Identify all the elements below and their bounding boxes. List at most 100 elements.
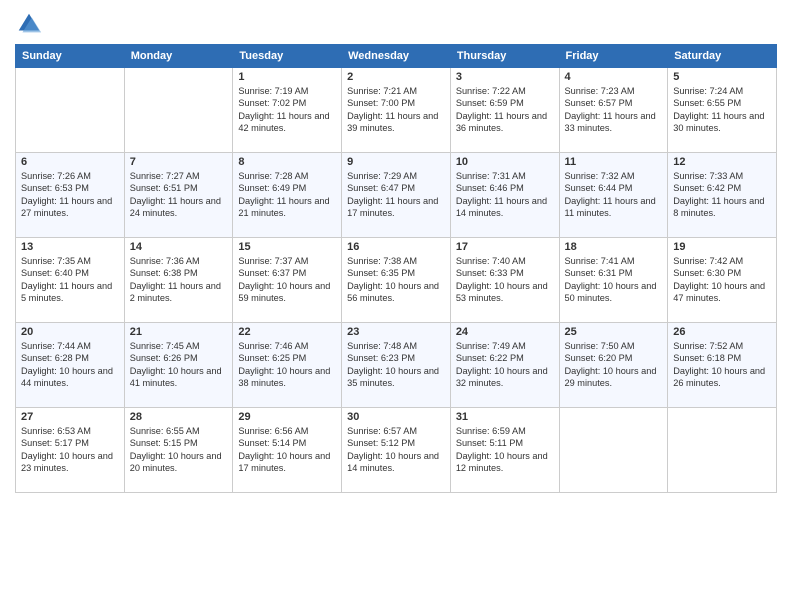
calendar-week-row: 13 Sunrise: 7:35 AMSunset: 6:40 PMDayligh… [16, 238, 777, 323]
calendar-cell: 5 Sunrise: 7:24 AMSunset: 6:55 PMDaylight… [668, 68, 777, 153]
day-info: Sunrise: 7:19 AMSunset: 7:02 PMDaylight:… [238, 85, 336, 135]
day-number: 23 [347, 326, 445, 338]
calendar-cell: 23 Sunrise: 7:48 AMSunset: 6:23 PMDayligh… [342, 323, 451, 408]
day-info: Sunrise: 7:24 AMSunset: 6:55 PMDaylight:… [673, 85, 771, 135]
day-info: Sunrise: 7:29 AMSunset: 6:47 PMDaylight:… [347, 170, 445, 220]
calendar-cell: 20 Sunrise: 7:44 AMSunset: 6:28 PMDayligh… [16, 323, 125, 408]
calendar-cell: 17 Sunrise: 7:40 AMSunset: 6:33 PMDayligh… [450, 238, 559, 323]
day-info: Sunrise: 7:40 AMSunset: 6:33 PMDaylight:… [456, 255, 554, 305]
day-number: 10 [456, 156, 554, 168]
day-info: Sunrise: 7:44 AMSunset: 6:28 PMDaylight:… [21, 340, 119, 390]
day-info: Sunrise: 6:53 AMSunset: 5:17 PMDaylight:… [21, 425, 119, 475]
calendar-header-row: SundayMondayTuesdayWednesdayThursdayFrid… [16, 45, 777, 68]
day-info: Sunrise: 7:37 AMSunset: 6:37 PMDaylight:… [238, 255, 336, 305]
calendar-cell: 29 Sunrise: 6:56 AMSunset: 5:14 PMDayligh… [233, 408, 342, 493]
calendar-cell [124, 68, 233, 153]
calendar-cell: 15 Sunrise: 7:37 AMSunset: 6:37 PMDayligh… [233, 238, 342, 323]
calendar-cell: 30 Sunrise: 6:57 AMSunset: 5:12 PMDayligh… [342, 408, 451, 493]
day-info: Sunrise: 7:38 AMSunset: 6:35 PMDaylight:… [347, 255, 445, 305]
calendar-cell: 6Sunrise: 7:26 AMSunset: 6:53 PMDaylight… [16, 153, 125, 238]
calendar-cell: 10Sunrise: 7:31 AMSunset: 6:46 PMDayligh… [450, 153, 559, 238]
calendar-cell: 14Sunrise: 7:36 AMSunset: 6:38 PMDayligh… [124, 238, 233, 323]
day-info: Sunrise: 7:28 AMSunset: 6:49 PMDaylight:… [238, 170, 336, 220]
calendar-cell: 9 Sunrise: 7:29 AMSunset: 6:47 PMDaylight… [342, 153, 451, 238]
day-info: Sunrise: 7:21 AMSunset: 7:00 PMDaylight:… [347, 85, 445, 135]
weekday-header-wednesday: Wednesday [342, 45, 451, 68]
calendar-cell: 28 Sunrise: 6:55 AMSunset: 5:15 PMDayligh… [124, 408, 233, 493]
day-number: 16 [347, 241, 445, 253]
calendar-cell [16, 68, 125, 153]
calendar-cell: 27 Sunrise: 6:53 AMSunset: 5:17 PMDayligh… [16, 408, 125, 493]
day-info: Sunrise: 7:35 AMSunset: 6:40 PMDaylight:… [21, 255, 119, 305]
day-number: 27 [21, 411, 119, 423]
calendar-cell: 3 Sunrise: 7:22 AMSunset: 6:59 PMDaylight… [450, 68, 559, 153]
calendar-cell: 19 Sunrise: 7:42 AMSunset: 6:30 PMDayligh… [668, 238, 777, 323]
day-number: 3 [456, 71, 554, 83]
calendar-cell: 25 Sunrise: 7:50 AMSunset: 6:20 PMDayligh… [559, 323, 668, 408]
day-number: 8 [238, 156, 336, 168]
calendar-cell: 1 Sunrise: 7:19 AMSunset: 7:02 PMDaylight… [233, 68, 342, 153]
day-number: 30 [347, 411, 445, 423]
calendar-cell: 31Sunrise: 6:59 AMSunset: 5:11 PMDayligh… [450, 408, 559, 493]
logo [15, 10, 47, 38]
weekday-header-thursday: Thursday [450, 45, 559, 68]
page: SundayMondayTuesdayWednesdayThursdayFrid… [0, 0, 792, 612]
day-info: Sunrise: 7:48 AMSunset: 6:23 PMDaylight:… [347, 340, 445, 390]
day-number: 1 [238, 71, 336, 83]
day-info: Sunrise: 6:55 AMSunset: 5:15 PMDaylight:… [130, 425, 228, 475]
day-info: Sunrise: 7:26 AMSunset: 6:53 PMDaylight:… [21, 170, 119, 220]
day-info: Sunrise: 7:42 AMSunset: 6:30 PMDaylight:… [673, 255, 771, 305]
weekday-header-tuesday: Tuesday [233, 45, 342, 68]
calendar-cell: 4Sunrise: 7:23 AMSunset: 6:57 PMDaylight… [559, 68, 668, 153]
day-info: Sunrise: 7:22 AMSunset: 6:59 PMDaylight:… [456, 85, 554, 135]
weekday-header-sunday: Sunday [16, 45, 125, 68]
calendar-cell: 16 Sunrise: 7:38 AMSunset: 6:35 PMDayligh… [342, 238, 451, 323]
day-number: 24 [456, 326, 554, 338]
calendar-cell: 26 Sunrise: 7:52 AMSunset: 6:18 PMDayligh… [668, 323, 777, 408]
day-number: 26 [673, 326, 771, 338]
day-info: Sunrise: 6:57 AMSunset: 5:12 PMDaylight:… [347, 425, 445, 475]
calendar-cell: 21Sunrise: 7:45 AMSunset: 6:26 PMDayligh… [124, 323, 233, 408]
day-number: 15 [238, 241, 336, 253]
day-info: Sunrise: 7:46 AMSunset: 6:25 PMDaylight:… [238, 340, 336, 390]
calendar-cell: 12 Sunrise: 7:33 AMSunset: 6:42 PMDayligh… [668, 153, 777, 238]
header [15, 10, 777, 38]
day-number: 21 [130, 326, 228, 338]
day-number: 12 [673, 156, 771, 168]
day-info: Sunrise: 7:32 AMSunset: 6:44 PMDaylight:… [565, 170, 663, 220]
logo-icon [15, 10, 43, 38]
day-info: Sunrise: 7:52 AMSunset: 6:18 PMDaylight:… [673, 340, 771, 390]
day-number: 20 [21, 326, 119, 338]
calendar-table: SundayMondayTuesdayWednesdayThursdayFrid… [15, 44, 777, 493]
day-number: 25 [565, 326, 663, 338]
day-number: 5 [673, 71, 771, 83]
calendar-cell [559, 408, 668, 493]
day-number: 4 [565, 71, 663, 83]
day-info: Sunrise: 7:33 AMSunset: 6:42 PMDaylight:… [673, 170, 771, 220]
day-number: 2 [347, 71, 445, 83]
day-number: 13 [21, 241, 119, 253]
day-info: Sunrise: 7:49 AMSunset: 6:22 PMDaylight:… [456, 340, 554, 390]
day-number: 18 [565, 241, 663, 253]
day-number: 19 [673, 241, 771, 253]
day-number: 17 [456, 241, 554, 253]
day-number: 29 [238, 411, 336, 423]
calendar-cell: 8 Sunrise: 7:28 AMSunset: 6:49 PMDaylight… [233, 153, 342, 238]
day-number: 14 [130, 241, 228, 253]
day-info: Sunrise: 6:56 AMSunset: 5:14 PMDaylight:… [238, 425, 336, 475]
day-number: 22 [238, 326, 336, 338]
day-number: 31 [456, 411, 554, 423]
calendar-cell [668, 408, 777, 493]
day-info: Sunrise: 7:27 AMSunset: 6:51 PMDaylight:… [130, 170, 228, 220]
day-number: 11 [565, 156, 663, 168]
calendar-week-row: 6Sunrise: 7:26 AMSunset: 6:53 PMDaylight… [16, 153, 777, 238]
day-number: 9 [347, 156, 445, 168]
calendar-cell: 13 Sunrise: 7:35 AMSunset: 6:40 PMDayligh… [16, 238, 125, 323]
weekday-header-friday: Friday [559, 45, 668, 68]
calendar-cell: 24 Sunrise: 7:49 AMSunset: 6:22 PMDayligh… [450, 323, 559, 408]
calendar-cell: 22 Sunrise: 7:46 AMSunset: 6:25 PMDayligh… [233, 323, 342, 408]
day-number: 7 [130, 156, 228, 168]
day-info: Sunrise: 7:50 AMSunset: 6:20 PMDaylight:… [565, 340, 663, 390]
day-number: 28 [130, 411, 228, 423]
day-info: Sunrise: 7:41 AMSunset: 6:31 PMDaylight:… [565, 255, 663, 305]
